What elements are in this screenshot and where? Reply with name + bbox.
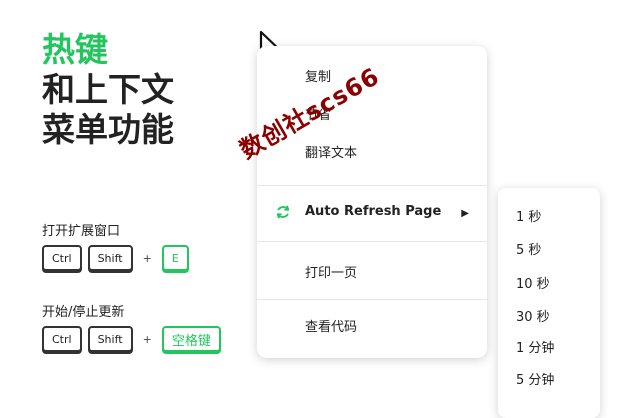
submenu-item-1s[interactable]: 1 秒 bbox=[516, 206, 541, 225]
ctrl-key: Ctrl bbox=[42, 245, 82, 271]
submenu-item-10s[interactable]: 10 秒 bbox=[516, 273, 550, 292]
menu-divider bbox=[257, 241, 487, 242]
menu-item-translate[interactable]: 翻译文本 bbox=[305, 142, 357, 161]
space-key: 空格键 bbox=[161, 326, 221, 352]
shift-key: Shift bbox=[87, 245, 133, 271]
shortcut-toggle-refresh: 开始/停止更新 Ctrl Shift + 空格键 bbox=[42, 301, 221, 352]
submenu-item-30s[interactable]: 30 秒 bbox=[516, 306, 550, 325]
submenu-item-1m[interactable]: 1 分钟 bbox=[516, 337, 554, 356]
menu-item-view-source[interactable]: 查看代码 bbox=[305, 316, 357, 335]
menu-item-print[interactable]: 打印一页 bbox=[305, 262, 357, 281]
plus-sign: + bbox=[142, 332, 152, 346]
plus-sign: + bbox=[142, 251, 152, 265]
refresh-interval-submenu: 1 秒 5 秒 10 秒 30 秒 1 分钟 5 分钟 bbox=[498, 188, 600, 418]
hero-line-1: 热键 bbox=[42, 30, 108, 69]
menu-divider bbox=[257, 185, 487, 186]
menu-divider bbox=[257, 299, 487, 300]
shift-key: Shift bbox=[87, 326, 133, 352]
hero-line-3: 菜单功能 bbox=[42, 110, 174, 149]
submenu-item-5s[interactable]: 5 秒 bbox=[516, 239, 541, 258]
menu-item-auto-refresh[interactable]: Auto Refresh Page bbox=[305, 204, 441, 219]
hero-line-2: 和上下文 bbox=[42, 70, 174, 109]
hero-title: 热键 和上下文 菜单功能 bbox=[42, 30, 174, 150]
ctrl-key: Ctrl bbox=[42, 326, 82, 352]
submenu-arrow-icon: ▶ bbox=[461, 208, 469, 219]
submenu-item-5m[interactable]: 5 分钟 bbox=[516, 369, 554, 388]
shortcut-title: 打开扩展窗口 bbox=[42, 224, 121, 239]
e-key: E bbox=[161, 245, 189, 271]
refresh-icon bbox=[276, 205, 290, 219]
shortcut-open-window: 打开扩展窗口 Ctrl Shift + E bbox=[42, 220, 189, 271]
shortcut-title: 开始/停止更新 bbox=[42, 305, 125, 320]
